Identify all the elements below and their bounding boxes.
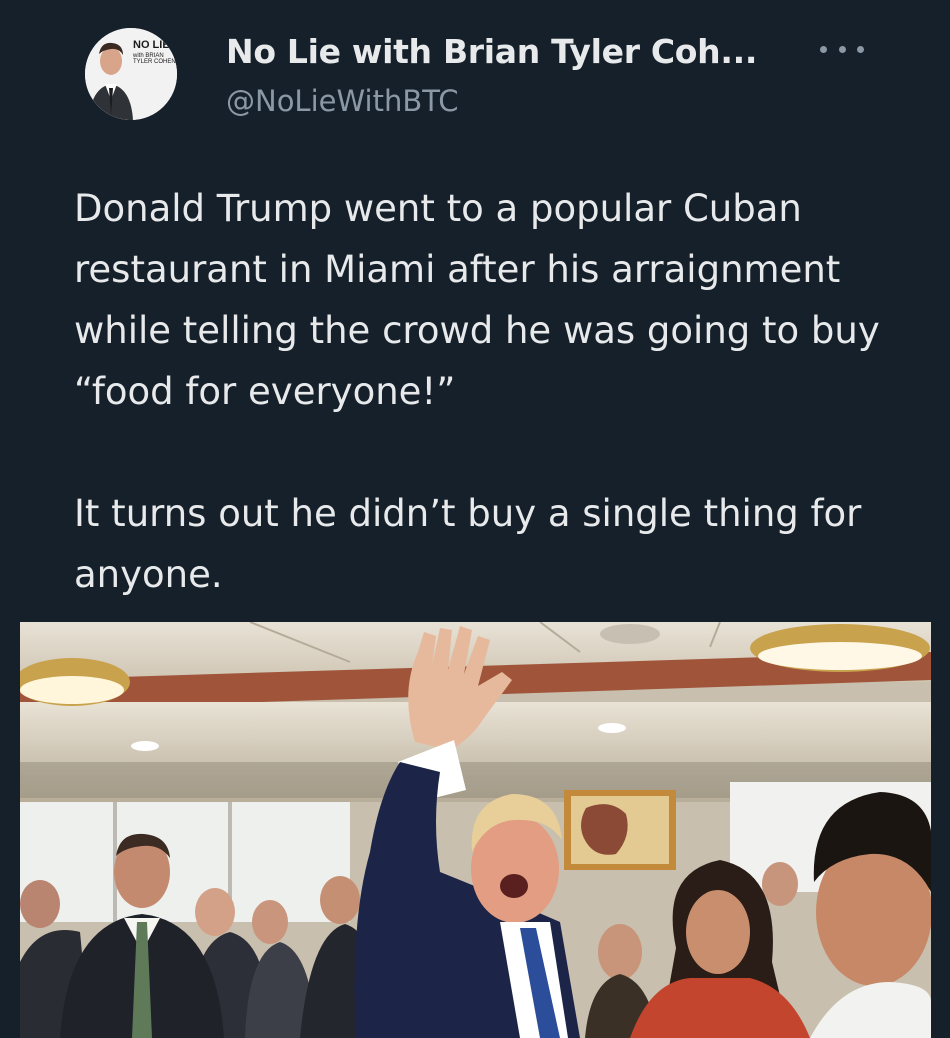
author-handle[interactable]: @NoLieWithBTC bbox=[226, 84, 459, 118]
tweet-header: NO LIE with BRIAN TYLER COHEN No Lie wit… bbox=[0, 0, 950, 150]
more-horizontal-icon bbox=[820, 45, 827, 53]
tweet-paragraph-1: Donald Trump went to a popular Cuban res… bbox=[74, 187, 880, 413]
more-horizontal-icon-dot bbox=[857, 45, 864, 53]
avatar-logo-line2: with BRIAN TYLER COHEN bbox=[133, 53, 176, 65]
more-horizontal-icon-dot bbox=[838, 45, 846, 53]
tweet-body: Donald Trump went to a popular Cuban res… bbox=[74, 178, 914, 605]
tweet-paragraph-2: It turns out he didn’t buy a single thin… bbox=[74, 492, 862, 596]
avatar-logo-text: NO LIE with BRIAN TYLER COHEN bbox=[133, 39, 177, 66]
restaurant-crowd-photo bbox=[20, 622, 931, 1038]
more-options-button[interactable] bbox=[820, 34, 864, 64]
author-avatar[interactable]: NO LIE with BRIAN TYLER COHEN bbox=[85, 28, 177, 120]
tweet-media-photo[interactable] bbox=[20, 622, 931, 1038]
author-display-name[interactable]: No Lie with Brian Tyler Coh... bbox=[226, 32, 757, 71]
avatar-logo-line1: NO LIE bbox=[133, 39, 170, 51]
